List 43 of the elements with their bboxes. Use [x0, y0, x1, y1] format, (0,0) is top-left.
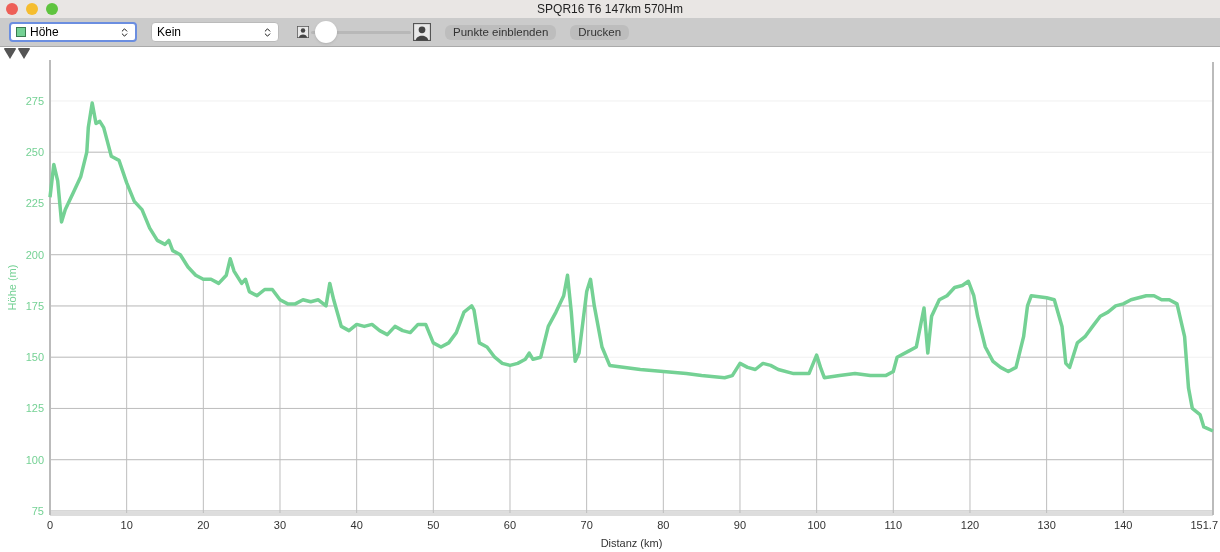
- x-tick-label: 40: [350, 519, 363, 531]
- x-tick-label: 100: [807, 519, 826, 531]
- x-tick-label: 50: [427, 519, 440, 531]
- close-icon[interactable]: [6, 3, 18, 15]
- maximize-icon[interactable]: [46, 3, 58, 15]
- y-tick-label: 125: [25, 402, 44, 415]
- chevrons-icon: [119, 26, 130, 38]
- x-tick-label: 140: [1114, 519, 1133, 531]
- y-tick-label: 75: [31, 504, 44, 517]
- x-tick-label: 0: [46, 519, 54, 531]
- marker-icon[interactable]: [18, 48, 30, 59]
- large-person-icon: [413, 23, 431, 41]
- minimize-icon[interactable]: [26, 3, 38, 15]
- x-tick-label: 130: [1037, 519, 1056, 531]
- toolbar-button[interactable]: Punkte einblenden: [445, 24, 557, 40]
- x-axis-title: Distanz (km): [600, 537, 663, 549]
- slider-thumb[interactable]: [314, 21, 337, 43]
- x-tick-label: 10: [120, 519, 133, 531]
- y-axis-title: Höhe (m): [6, 264, 18, 311]
- toolbar-button[interactable]: Drucken: [570, 24, 630, 40]
- dropdown[interactable]: Höhe: [9, 22, 137, 42]
- small-person-icon: [297, 26, 309, 38]
- y-tick-label: 175: [25, 299, 44, 312]
- chevrons-icon: [262, 26, 273, 38]
- zoom-slider[interactable]: [311, 21, 411, 43]
- y-tick-label: 225: [25, 197, 44, 210]
- y-tick-label: 150: [25, 351, 44, 364]
- y-tick-label: 275: [25, 94, 44, 107]
- x-tick-label: 110: [884, 519, 903, 531]
- y-tick-label: 250: [25, 146, 44, 159]
- x-tick-label: 70: [580, 519, 593, 531]
- y-tick-label: 100: [25, 453, 44, 466]
- x-tick-label: 20: [197, 519, 210, 531]
- x-tick-label: 30: [273, 519, 287, 531]
- marker-icon[interactable]: [4, 48, 16, 59]
- x-tick-label: 90: [733, 519, 747, 531]
- y-tick-label: 200: [25, 248, 44, 261]
- x-tick-label: 80: [657, 519, 670, 531]
- x-tick-label: 151.7: [1190, 519, 1218, 531]
- window-title: SPQR16 T6 147km 570Hm: [537, 1, 683, 18]
- x-tick-label: 60: [503, 519, 517, 531]
- x-tick-label: 120: [960, 519, 980, 531]
- dropdown[interactable]: Kein: [151, 22, 279, 42]
